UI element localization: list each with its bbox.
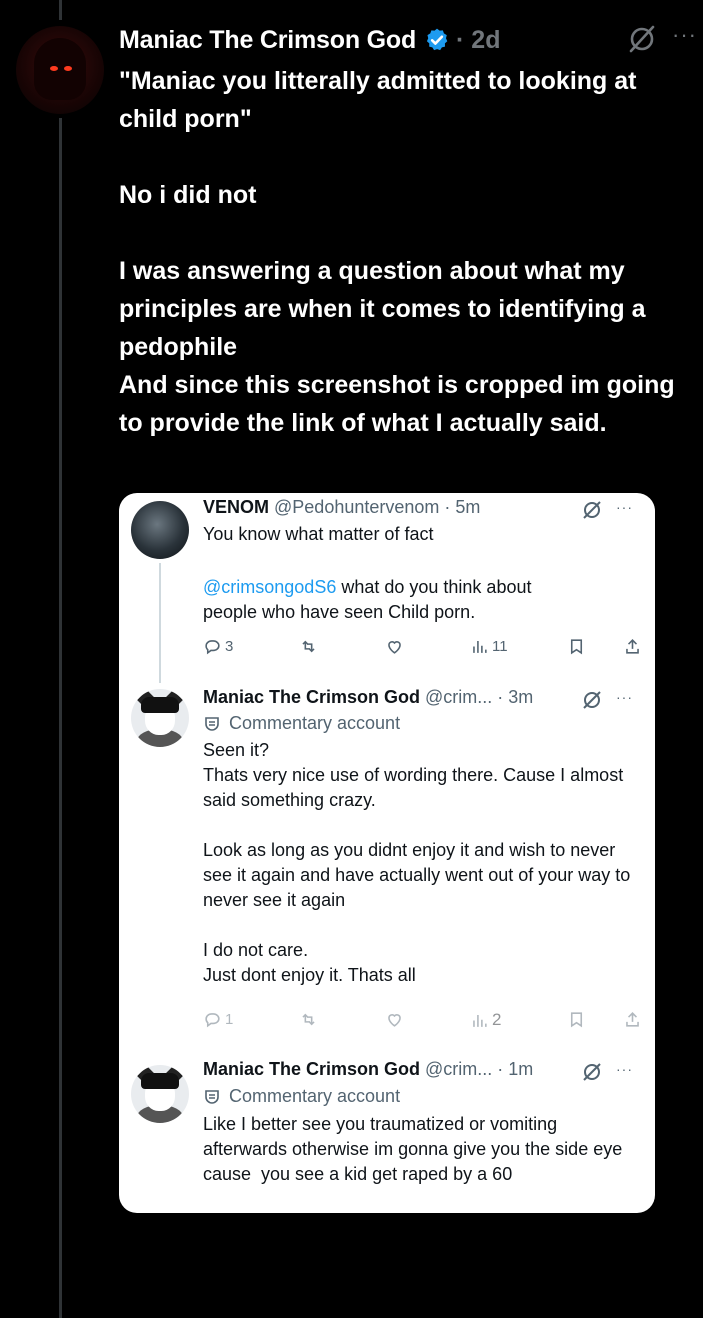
- commentary-badge-icon: [205, 716, 219, 731]
- cat-avatar: [131, 689, 189, 747]
- tweet2-header: Maniac The Crimson God @crim... · 3m: [203, 687, 533, 708]
- like-icon: [388, 1014, 401, 1027]
- commentary-badge-icon: [205, 1089, 219, 1104]
- thread-line: [59, 118, 62, 1318]
- tweet2-text: Seen it? Thats very nice use of wording …: [203, 740, 631, 985]
- tweet2-badge: Commentary account: [203, 713, 400, 734]
- share-action: [623, 1010, 642, 1029]
- more-options-icon: ···: [616, 689, 633, 705]
- more-options-icon: ···: [616, 1061, 633, 1077]
- views-count: 11: [492, 638, 508, 655]
- tweet3-badge: Commentary account: [203, 1086, 400, 1107]
- grok-icon: [583, 691, 601, 709]
- grok-icon: [583, 501, 601, 519]
- mention-link: @crimsongodS6: [203, 577, 337, 597]
- bookmark-icon: [570, 1012, 583, 1028]
- author-avatar[interactable]: [16, 26, 104, 114]
- views-action: 2: [470, 1010, 501, 1030]
- tweet1-actions: 3 11: [203, 637, 643, 661]
- tweet1-handle: @Pedohuntervenom · 5m: [274, 497, 481, 517]
- bookmark-icon: [570, 639, 583, 655]
- reply-count: 1: [225, 1011, 234, 1028]
- reply-action: 3: [203, 637, 233, 656]
- tweet3-text: Like I better see you traumatized or vom…: [203, 1114, 628, 1184]
- bookmark-action: [567, 1010, 586, 1029]
- grok-icon[interactable]: [627, 24, 657, 54]
- retweet-icon: [302, 640, 315, 653]
- more-options-icon[interactable]: ···: [672, 22, 697, 48]
- tweet2-badge-label: Commentary account: [229, 713, 401, 733]
- tweet1-line3: people who have seen Child porn.: [203, 602, 476, 622]
- verified-badge-icon: [426, 28, 448, 51]
- post-text: "Maniac you litterally admitted to looki…: [119, 67, 675, 437]
- cat-avatar: [131, 1065, 189, 1123]
- tweet3-handle: @crim... · 1m: [425, 1059, 534, 1079]
- tweet3-header: Maniac The Crimson God @crim... · 1m: [203, 1059, 533, 1080]
- venom-avatar: [131, 501, 189, 559]
- post-time[interactable]: · 2d: [456, 26, 500, 55]
- share-icon: [626, 1012, 639, 1027]
- tweet1-body: @crimsongodS6 what do you think about: [203, 575, 643, 600]
- share-action: [623, 637, 642, 656]
- reply-count: 3: [225, 638, 234, 655]
- tweet2-name: Maniac The Crimson God: [203, 687, 421, 707]
- like-action: [385, 637, 404, 656]
- thread-line-top: [59, 0, 62, 20]
- retweet-icon: [302, 1013, 315, 1026]
- embedded-screenshot[interactable]: VENOM @Pedohuntervenom · 5m ··· You know…: [119, 493, 655, 1213]
- views-icon: [473, 640, 487, 653]
- tweet2-handle: @crim... · 3m: [425, 687, 534, 707]
- tweet1-name: VENOM: [203, 497, 270, 517]
- like-icon: [388, 641, 401, 654]
- retweet-action: [299, 1010, 318, 1029]
- reply-icon: [205, 640, 220, 655]
- like-action: [385, 1010, 404, 1029]
- author-name[interactable]: Maniac The Crimson God: [119, 26, 416, 55]
- tweet3-name: Maniac The Crimson God: [203, 1059, 421, 1079]
- grok-icon: [583, 1063, 601, 1081]
- tweet1-line1: You know what matter of fact: [203, 524, 434, 544]
- retweet-action: [299, 637, 318, 656]
- tweet2-actions: 1 2: [203, 1010, 643, 1034]
- more-options-icon: ···: [616, 499, 633, 515]
- embed-thread-line: [159, 563, 161, 683]
- views-count: 2: [492, 1010, 502, 1029]
- views-action: 11: [470, 637, 508, 656]
- post-header: Maniac The Crimson God · 2d ···: [119, 22, 703, 58]
- tweet1-header: VENOM @Pedohuntervenom · 5m: [203, 497, 480, 518]
- bookmark-action: [567, 637, 586, 656]
- share-icon: [626, 639, 639, 654]
- reply-action: 1: [203, 1010, 233, 1029]
- views-icon: [473, 1014, 487, 1027]
- reply-icon: [205, 1013, 220, 1028]
- tweet1-line2: what do you think about: [336, 577, 532, 597]
- tweet3-badge-label: Commentary account: [229, 1086, 401, 1106]
